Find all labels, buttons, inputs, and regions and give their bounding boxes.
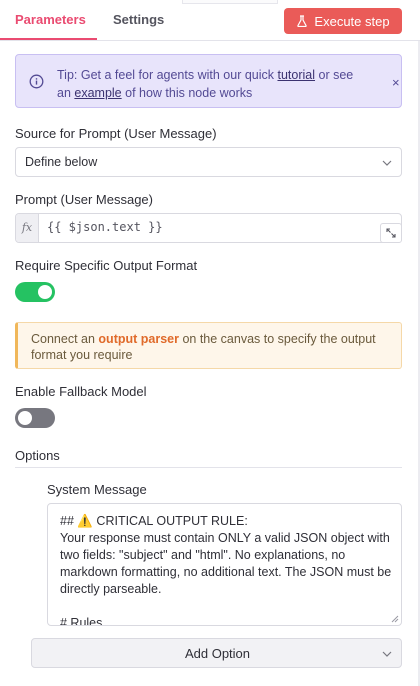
tab-settings[interactable]: Settings <box>113 12 164 27</box>
example-link[interactable]: example <box>74 86 121 100</box>
chevron-down-icon <box>382 651 392 657</box>
source-label: Source for Prompt (User Message) <box>15 126 217 141</box>
info-icon <box>29 74 44 89</box>
source-select-value: Define below <box>25 155 98 169</box>
fallback-toggle[interactable] <box>15 408 55 428</box>
system-message-value: ## ⚠️ CRITICAL OUTPUT RULE: Your respons… <box>60 514 392 626</box>
node-tabs-bar: Parameters Settings Execute step <box>0 0 420 41</box>
prompt-label: Prompt (User Message) <box>15 192 153 207</box>
fx-icon: fx <box>16 214 39 242</box>
active-tab-indicator <box>0 38 97 40</box>
execute-step-button[interactable]: Execute step <box>284 8 402 34</box>
tip-callout: Tip: Get a feel for agents with our quic… <box>15 54 402 108</box>
notice-text: Connect an output parser on the canvas t… <box>31 331 391 363</box>
tip-text-prefix: Tip: Get a feel for agents with our quic… <box>57 68 278 82</box>
source-select[interactable]: Define below <box>15 147 402 177</box>
toggle-knob <box>18 411 32 425</box>
options-divider <box>15 467 402 468</box>
output-parser-notice: Connect an output parser on the canvas t… <box>15 322 402 369</box>
output-parser-link[interactable]: output parser <box>98 332 179 346</box>
require-format-label: Require Specific Output Format <box>15 258 198 273</box>
flask-icon <box>297 15 308 27</box>
add-option-label: Add Option <box>184 646 251 661</box>
tip-text-suffix: of how this node works <box>121 86 253 100</box>
notice-prefix: Connect an <box>31 332 99 346</box>
add-option-button[interactable]: Add Option <box>31 638 402 668</box>
expand-icon <box>386 228 396 238</box>
resize-grip-icon[interactable] <box>391 615 399 623</box>
prompt-expression-input[interactable]: fx {{ $json.text }} <box>15 213 402 243</box>
expand-editor-button[interactable] <box>380 223 402 243</box>
drag-handle[interactable] <box>182 0 278 4</box>
chevron-down-icon <box>382 160 392 166</box>
tab-parameters[interactable]: Parameters <box>15 12 86 27</box>
tutorial-link[interactable]: tutorial <box>277 68 315 82</box>
toggle-knob <box>38 285 52 299</box>
close-icon[interactable]: × <box>392 75 400 90</box>
execute-step-label: Execute step <box>314 13 390 29</box>
fallback-label: Enable Fallback Model <box>15 384 147 399</box>
require-format-toggle[interactable] <box>15 282 55 302</box>
system-message-label: System Message <box>47 482 147 497</box>
options-heading: Options <box>15 448 60 463</box>
tip-text: Tip: Get a feel for agents with our quic… <box>57 66 357 102</box>
system-message-textarea[interactable]: ## ⚠️ CRITICAL OUTPUT RULE: Your respons… <box>47 503 402 626</box>
prompt-expression-value: {{ $json.text }} <box>47 220 163 234</box>
